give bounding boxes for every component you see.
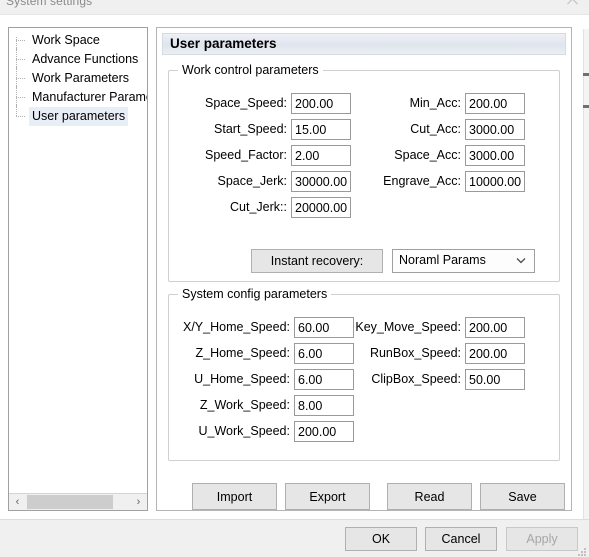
- field-label: ClipBox_Speed:: [371, 372, 461, 386]
- apply-button[interactable]: Apply: [506, 527, 578, 551]
- field-label: U_Home_Speed:: [194, 372, 290, 386]
- u-home-speed-input[interactable]: [294, 369, 354, 390]
- rail-tick: [583, 105, 589, 108]
- field-clipbox-speed: ClipBox_Speed:: [371, 369, 525, 390]
- params-mode-combobox[interactable]: Noraml Params: [392, 249, 535, 273]
- tree-item-work-parameters[interactable]: Work Parameters: [9, 67, 147, 88]
- space-jerk-input[interactable]: [291, 171, 351, 192]
- xy-home-speed-input[interactable]: [294, 317, 354, 338]
- cut-acc-input[interactable]: [465, 119, 525, 140]
- import-button[interactable]: Import: [192, 483, 277, 510]
- field-label: Speed_Factor:: [205, 148, 287, 162]
- z-work-speed-input[interactable]: [294, 395, 354, 416]
- field-key-move-speed: Key_Move_Speed:: [355, 317, 525, 338]
- field-z-home-speed: Z_Home_Speed:: [195, 343, 354, 364]
- field-label: Space_Acc:: [394, 148, 461, 162]
- field-label: Space_Jerk:: [217, 174, 287, 188]
- page-title: User parameters: [170, 36, 277, 51]
- resize-grip-icon[interactable]: [575, 544, 587, 556]
- field-xy-home-speed: X/Y_Home_Speed:: [183, 317, 354, 338]
- field-min-acc: Min_Acc:: [410, 93, 525, 114]
- u-work-speed-input[interactable]: [294, 421, 354, 442]
- page-title-bar: User parameters: [162, 33, 566, 55]
- field-speed-factor: Speed_Factor:: [205, 145, 351, 166]
- space-speed-input[interactable]: [291, 93, 351, 114]
- key-move-speed-input[interactable]: [465, 317, 525, 338]
- field-u-work-speed: U_Work_Speed:: [199, 421, 354, 442]
- tree-connector-icon: [14, 105, 28, 126]
- field-label: Min_Acc:: [409, 96, 461, 110]
- work-control-parameters-group: Work control parameters Space_Speed: Sta…: [168, 63, 560, 282]
- settings-tree: Work Space Advance Functions Work Parame…: [9, 31, 147, 126]
- field-label: RunBox_Speed:: [369, 346, 461, 360]
- settings-tree-panel: Work Space Advance Functions Work Parame…: [8, 27, 148, 511]
- field-label: Space_Speed:: [204, 96, 287, 110]
- right-edge-rail: [583, 29, 589, 534]
- field-start-speed: Start_Speed:: [214, 119, 351, 140]
- system-config-parameters-group: System config parameters X/Y_Home_Speed:…: [168, 287, 560, 461]
- field-u-home-speed: U_Home_Speed:: [194, 369, 354, 390]
- speed-factor-input[interactable]: [291, 145, 351, 166]
- field-label: Z_Home_Speed:: [195, 346, 290, 360]
- tree-item-label: Manufacturer Paramet: [32, 90, 148, 104]
- field-engrave-acc: Engrave_Acc:: [383, 171, 525, 192]
- field-label: Start_Speed:: [214, 122, 287, 136]
- tree-item-manufacturer-parameters[interactable]: Manufacturer Paramet: [9, 86, 148, 107]
- min-acc-input[interactable]: [465, 93, 525, 114]
- chevron-up-icon[interactable]: [563, 0, 581, 10]
- field-space-jerk: Space_Jerk:: [218, 171, 351, 192]
- tree-item-label: User parameters: [29, 107, 129, 126]
- field-cut-acc: Cut_Acc:: [410, 119, 525, 140]
- field-label: Engrave_Acc:: [383, 174, 461, 188]
- field-label: U_Work_Speed:: [198, 424, 291, 438]
- read-button[interactable]: Read: [387, 483, 472, 510]
- chevron-down-icon[interactable]: [515, 254, 527, 266]
- field-label: Cut_Acc:: [410, 122, 461, 136]
- field-runbox-speed: RunBox_Speed:: [370, 343, 525, 364]
- dialog-client-area: Work Space Advance Functions Work Parame…: [0, 14, 589, 534]
- tree-item-label: Advance Functions: [32, 52, 139, 66]
- scrollbar-thumb[interactable]: [27, 495, 113, 509]
- field-z-work-speed: Z_Work_Speed:: [200, 395, 354, 416]
- field-space-speed: Space_Speed:: [205, 93, 351, 114]
- field-space-acc: Space_Acc:: [394, 145, 525, 166]
- field-label: Z_Work_Speed:: [199, 398, 290, 412]
- rail-tick: [583, 73, 589, 76]
- cut-jerk-input[interactable]: [291, 197, 351, 218]
- runbox-speed-input[interactable]: [465, 343, 525, 364]
- tree-item-advance-functions[interactable]: Advance Functions: [9, 48, 147, 69]
- field-cut-jerk: Cut_Jerk::: [230, 197, 351, 218]
- cancel-button[interactable]: Cancel: [425, 527, 497, 551]
- z-home-speed-input[interactable]: [294, 343, 354, 364]
- window-title: System settings: [6, 0, 93, 8]
- space-acc-input[interactable]: [465, 145, 525, 166]
- tree-item-work-space[interactable]: Work Space: [9, 31, 147, 50]
- instant-recovery-button[interactable]: Instant recovery:: [251, 249, 383, 273]
- scroll-right-arrow-icon[interactable]: ›: [130, 494, 147, 510]
- ok-button[interactable]: OK: [345, 527, 417, 551]
- tree-item-user-parameters[interactable]: User parameters: [9, 105, 147, 126]
- system-settings-dialog: System settings Work Space Advance Funct…: [0, 0, 589, 557]
- tree-horizontal-scrollbar[interactable]: ‹ ›: [9, 493, 147, 510]
- clipbox-speed-input[interactable]: [465, 369, 525, 390]
- dialog-footer: [0, 519, 589, 557]
- user-parameters-panel: User parameters Work control parameters …: [156, 27, 572, 511]
- tree-item-label: Work Parameters: [32, 71, 130, 85]
- engrave-acc-input[interactable]: [465, 171, 525, 192]
- save-button[interactable]: Save: [480, 483, 565, 510]
- combobox-value: Noraml Params: [399, 253, 486, 267]
- field-label: X/Y_Home_Speed:: [182, 320, 290, 334]
- start-speed-input[interactable]: [291, 119, 351, 140]
- export-button[interactable]: Export: [285, 483, 370, 510]
- field-label: Cut_Jerk::: [230, 200, 287, 214]
- tree-item-label: Work Space: [32, 33, 100, 47]
- field-label: Key_Move_Speed:: [355, 320, 461, 334]
- work-control-group-title: Work control parameters: [178, 63, 323, 77]
- scroll-left-arrow-icon[interactable]: ‹: [9, 494, 26, 510]
- system-config-group-title: System config parameters: [178, 287, 332, 301]
